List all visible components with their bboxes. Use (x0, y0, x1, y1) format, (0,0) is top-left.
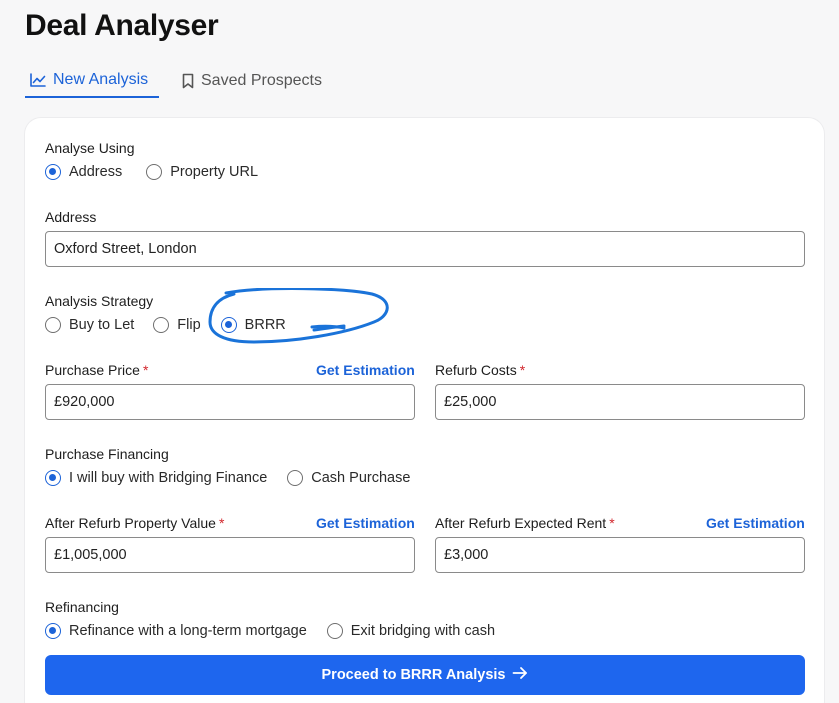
radio-property-url-label: Property URL (170, 164, 259, 180)
radio-bridging-finance-control[interactable] (45, 470, 61, 486)
purchase-price-get-estimation-link[interactable]: Get Estimation (316, 362, 415, 378)
refurb-costs-input[interactable]: £25,000 (435, 384, 805, 420)
refinancing-group: Refinance with a long-term mortgage Exit… (45, 623, 495, 639)
after-refurb-rent-input[interactable]: £3,000 (435, 537, 805, 573)
radio-exit-bridging-cash[interactable]: Exit bridging with cash (326, 623, 496, 639)
radio-brrr[interactable]: BRRR (220, 317, 286, 333)
refurb-costs-label-text: Refurb Costs (435, 362, 517, 378)
radio-cash-purchase-label: Cash Purchase (311, 470, 411, 486)
after-refurb-rent-label: After Refurb Expected Rent * (435, 515, 615, 531)
analysis-strategy-label: Analysis Strategy (45, 293, 154, 309)
refurb-costs-label: Refurb Costs * (435, 362, 525, 378)
proceed-button[interactable]: Proceed to BRRR Analysis (45, 655, 805, 695)
analysis-strategy-group: Buy to Let Flip BRRR (45, 317, 286, 333)
after-refurb-rent-label-text: After Refurb Expected Rent (435, 515, 607, 531)
required-marker: * (142, 362, 149, 378)
after-refurb-value-label: After Refurb Property Value * (45, 515, 224, 531)
tab-new-analysis[interactable]: New Analysis (25, 64, 159, 98)
radio-flip[interactable]: Flip (153, 317, 201, 333)
radio-cash-purchase-control[interactable] (287, 470, 304, 486)
radio-exit-bridging-cash-control[interactable] (326, 623, 343, 639)
analyse-using-label: Analyse Using (45, 140, 135, 156)
address-input[interactable]: Oxford Street, London (45, 231, 805, 267)
after-refurb-value-get-estimation-link[interactable]: Get Estimation (316, 515, 415, 531)
analyse-using-group: Address Property URL (45, 164, 258, 180)
purchase-price-label: Purchase Price * (45, 362, 148, 378)
required-marker: * (218, 515, 225, 531)
tab-label: New Analysis (53, 71, 149, 88)
arrow-right-icon (512, 666, 528, 684)
radio-refinance-mortgage-label: Refinance with a long-term mortgage (69, 623, 307, 639)
page-title: Deal Analyser (25, 9, 219, 42)
purchase-price-label-text: Purchase Price (45, 362, 140, 378)
purchase-price-input[interactable]: £920,000 (45, 384, 415, 420)
purchase-financing-label: Purchase Financing (45, 446, 169, 462)
tab-saved-prospects[interactable]: Saved Prospects (177, 64, 326, 98)
radio-address[interactable]: Address (45, 164, 122, 180)
proceed-button-label: Proceed to BRRR Analysis (321, 667, 506, 683)
refinancing-label: Refinancing (45, 599, 119, 615)
radio-brrr-label: BRRR (244, 317, 286, 333)
required-marker: * (609, 515, 615, 531)
radio-brrr-control[interactable] (220, 317, 237, 333)
radio-bridging-finance[interactable]: I will buy with Bridging Finance (45, 470, 267, 486)
radio-property-url-control[interactable] (146, 164, 163, 180)
required-marker: * (519, 362, 526, 378)
radio-buy-to-let-label: Buy to Let (69, 317, 135, 333)
bookmark-icon (182, 73, 194, 89)
radio-address-label: Address (69, 164, 123, 180)
after-refurb-value-input[interactable]: £1,005,000 (45, 537, 415, 573)
address-label: Address (45, 209, 97, 225)
radio-refinance-mortgage-control[interactable] (45, 623, 61, 639)
radio-refinance-mortgage[interactable]: Refinance with a long-term mortgage (45, 623, 307, 639)
after-refurb-value-label-text: After Refurb Property Value (45, 515, 216, 531)
radio-cash-purchase[interactable]: Cash Purchase (287, 470, 410, 486)
after-refurb-rent-get-estimation-link[interactable]: Get Estimation (706, 515, 805, 531)
radio-flip-label: Flip (177, 317, 201, 333)
tab-bar: New Analysis Saved Prospects (25, 64, 326, 98)
tab-label: Saved Prospects (201, 72, 322, 89)
radio-bridging-finance-label: I will buy with Bridging Finance (69, 470, 268, 486)
radio-exit-bridging-cash-label: Exit bridging with cash (350, 623, 496, 639)
radio-flip-control[interactable] (153, 317, 170, 333)
line-chart-icon (30, 73, 46, 87)
radio-property-url[interactable]: Property URL (146, 164, 258, 180)
radio-address-control[interactable] (45, 164, 61, 180)
radio-buy-to-let-control[interactable] (45, 317, 61, 333)
radio-buy-to-let[interactable]: Buy to Let (45, 317, 134, 333)
purchase-financing-group: I will buy with Bridging Finance Cash Pu… (45, 470, 410, 486)
analysis-form-card: Analyse Using Address Property URL Addre… (25, 118, 824, 703)
